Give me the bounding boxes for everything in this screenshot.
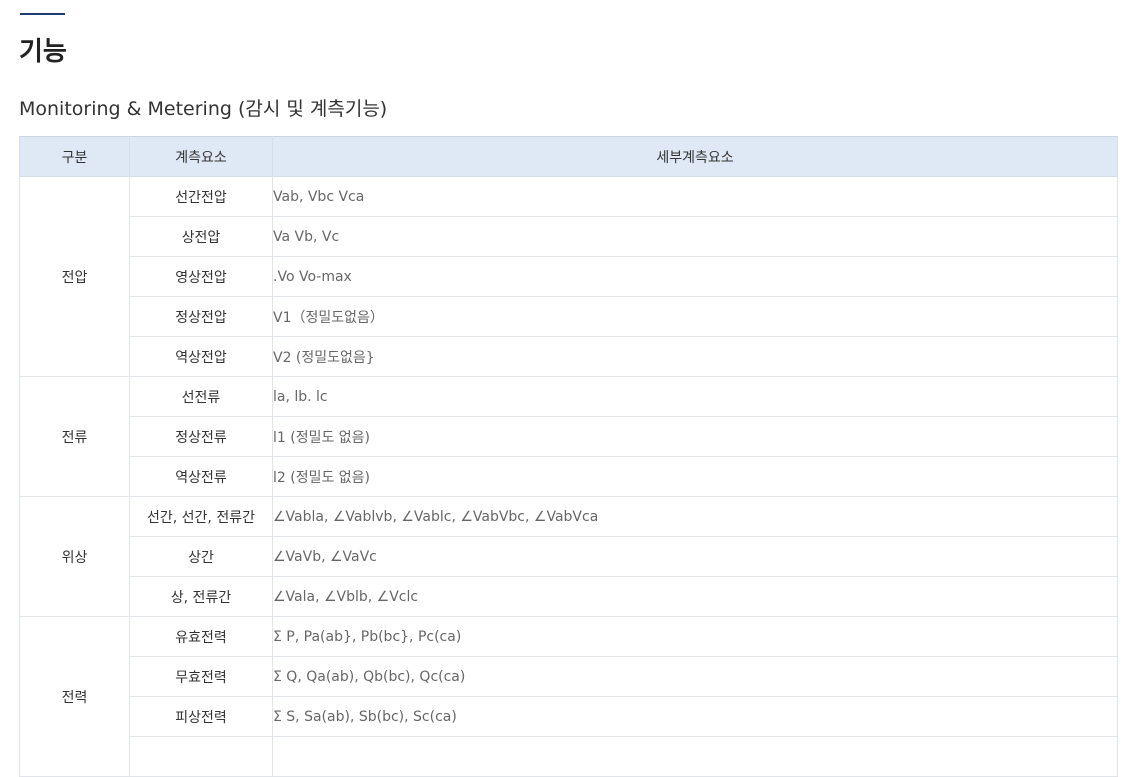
detail-cell bbox=[272, 736, 1118, 777]
detail-cell: la, lb. lc bbox=[272, 376, 1118, 417]
table-row: 무효전력 Σ Q, Qa(ab), Qb(bc), Qc(ca) bbox=[20, 656, 1118, 697]
table-row: 영상전압 .Vo Vo-max bbox=[20, 256, 1118, 297]
detail-cell: Σ P, Pa(ab}, Pb(bc}, Pc(ca) bbox=[272, 616, 1118, 657]
table-row: 정상전류 l1 (정밀도 없음) bbox=[20, 416, 1118, 457]
detail-cell: l1 (정밀도 없음) bbox=[272, 416, 1118, 457]
table-row bbox=[20, 736, 1118, 777]
table-body: 전압 선간전압 Vab, Vbc Vca 상전압 Va Vb, Vc 영상전압 … bbox=[19, 176, 1118, 777]
detail-cell: Vab, Vbc Vca bbox=[272, 176, 1118, 217]
metering-spec-table: 구분 계측요소 세부계측요소 전압 선간전압 Vab, Vbc Vca 상전압 … bbox=[19, 136, 1118, 777]
page-title: 기능 bbox=[19, 37, 67, 67]
detail-cell: ∠VaVb, ∠VaVc bbox=[272, 536, 1118, 577]
element-cell: 선전류 bbox=[129, 376, 273, 417]
detail-cell: Σ Q, Qa(ab), Qb(bc), Qc(ca) bbox=[272, 656, 1118, 697]
table-row: 상간 ∠VaVb, ∠VaVc bbox=[20, 536, 1118, 577]
section-title: Monitoring & Metering (감시 및 계측기능) bbox=[19, 98, 388, 120]
header-category: 구분 bbox=[19, 136, 130, 177]
detail-cell: Σ S, Sa(ab), Sb(bc), Sc(ca) bbox=[272, 696, 1118, 737]
element-cell: 정상전압 bbox=[129, 296, 273, 337]
table-row: 전류 선전류 la, lb. lc bbox=[19, 376, 1118, 497]
element-cell bbox=[129, 736, 273, 777]
group-power: 전력 bbox=[19, 616, 130, 777]
title-accent-rule bbox=[20, 13, 65, 15]
element-cell: 상간 bbox=[129, 536, 273, 577]
group-current: 전류 bbox=[19, 376, 130, 497]
detail-cell: V2 (정밀도없음} bbox=[272, 336, 1118, 377]
element-cell: 피상전력 bbox=[129, 696, 273, 737]
element-cell: 역상전압 bbox=[129, 336, 273, 377]
group-voltage: 전압 bbox=[19, 176, 130, 377]
element-cell: 상, 전류간 bbox=[129, 576, 273, 617]
table-header: 구분 계측요소 세부계측요소 bbox=[19, 136, 1118, 177]
table-row: 전력 유효전력 Σ P, Pa(ab}, Pb(bc}, Pc(ca) bbox=[19, 616, 1118, 777]
table-row: 전압 선간전압 Vab, Vbc Vca bbox=[19, 176, 1118, 377]
element-cell: 영상전압 bbox=[129, 256, 273, 297]
detail-cell: ∠Vabla, ∠Vablvb, ∠Vablc, ∠VabVbc, ∠VabVc… bbox=[272, 496, 1118, 537]
table-row: 정상전압 V1（정밀도없음） bbox=[20, 296, 1118, 337]
group-phase: 위상 bbox=[19, 496, 130, 617]
element-cell: 상전압 bbox=[129, 216, 273, 257]
detail-cell: .Vo Vo-max bbox=[272, 256, 1118, 297]
table-row: 위상 선간, 선간, 전류간 ∠Vabla, ∠Vablvb, ∠Vablc, … bbox=[19, 496, 1118, 617]
detail-cell: V1（정밀도없음） bbox=[272, 296, 1118, 337]
table-row: 역상전압 V2 (정밀도없음} bbox=[20, 336, 1118, 377]
detail-cell: l2 (정밀도 없음) bbox=[272, 456, 1118, 497]
element-cell: 역상전류 bbox=[129, 456, 273, 497]
detail-cell: ∠Vala, ∠Vblb, ∠Vclc bbox=[272, 576, 1118, 617]
element-cell: 정상전류 bbox=[129, 416, 273, 457]
header-element: 계측요소 bbox=[129, 136, 273, 177]
detail-cell: Va Vb, Vc bbox=[272, 216, 1118, 257]
table-row: 역상전류 l2 (정밀도 없음) bbox=[20, 456, 1118, 497]
header-detail: 세부계측요소 bbox=[272, 136, 1118, 177]
element-cell: 선간전압 bbox=[129, 176, 273, 217]
table-row: 피상전력 Σ S, Sa(ab), Sb(bc), Sc(ca) bbox=[20, 696, 1118, 737]
element-cell: 유효전력 bbox=[129, 616, 273, 657]
table-row: 상전압 Va Vb, Vc bbox=[20, 216, 1118, 257]
header-row: 구분 계측요소 세부계측요소 bbox=[19, 136, 1118, 177]
element-cell: 선간, 선간, 전류간 bbox=[129, 496, 273, 537]
table-row: 상, 전류간 ∠Vala, ∠Vblb, ∠Vclc bbox=[20, 576, 1118, 617]
element-cell: 무효전력 bbox=[129, 656, 273, 697]
